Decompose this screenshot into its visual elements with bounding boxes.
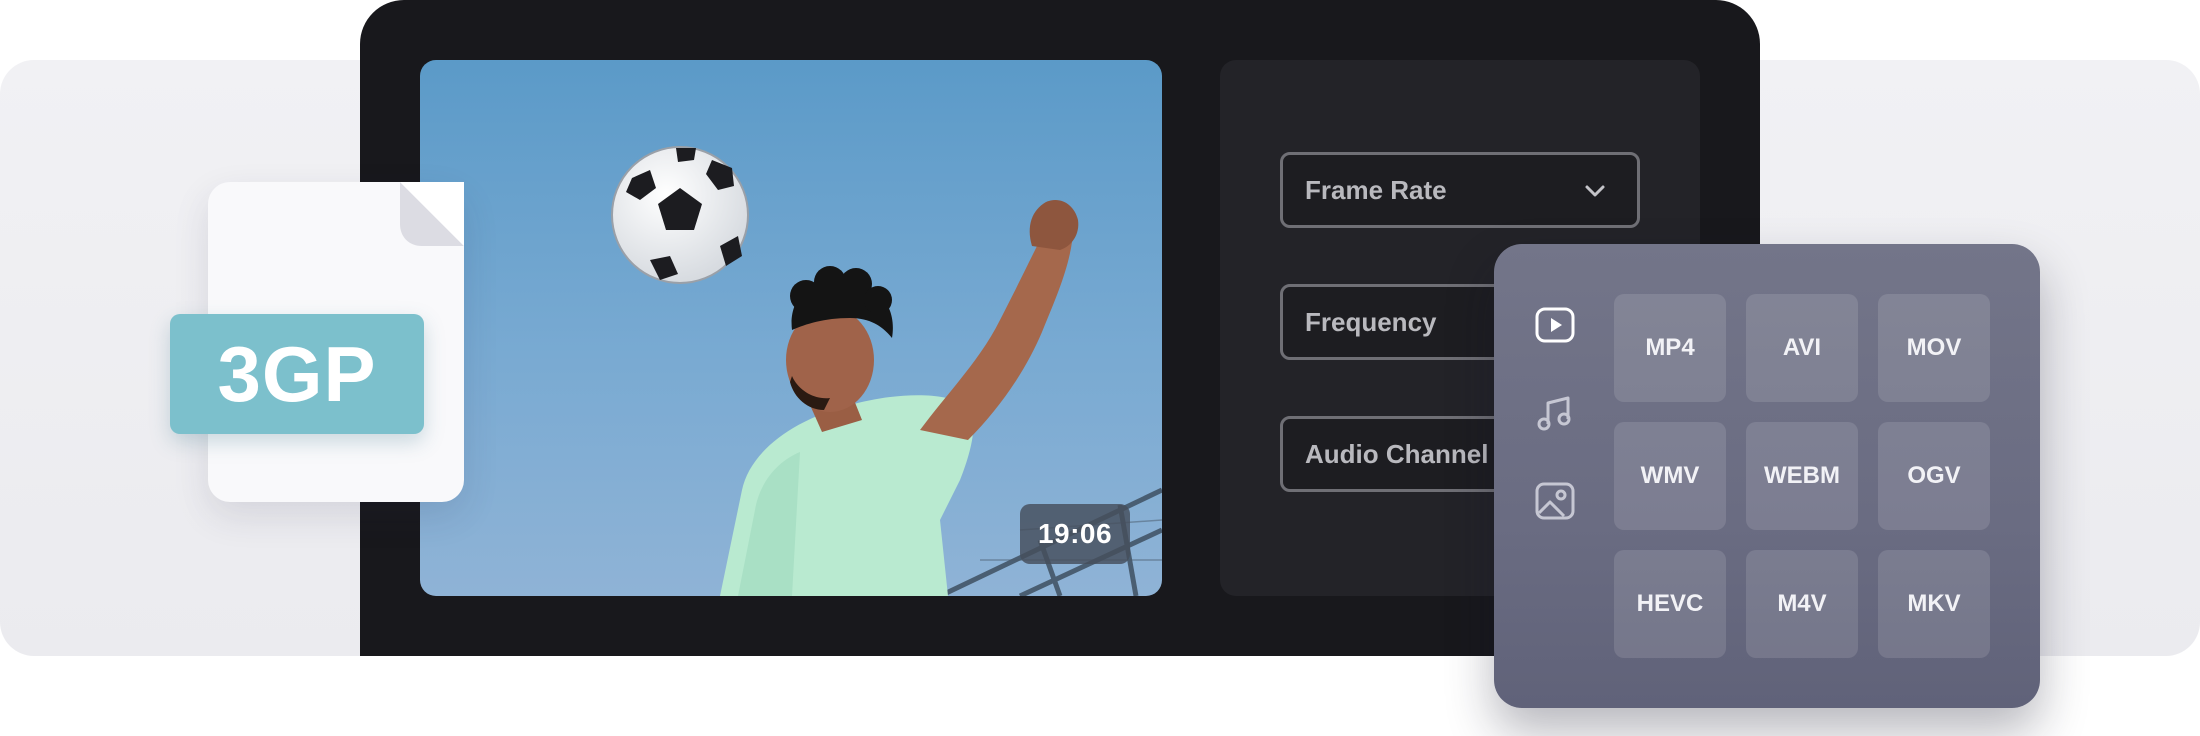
format-option[interactable]: M4V bbox=[1746, 550, 1858, 658]
frequency-label: Frequency bbox=[1305, 306, 1437, 337]
page-fold-corner bbox=[400, 182, 464, 246]
image-icon bbox=[1535, 482, 1575, 520]
format-option[interactable]: OGV bbox=[1878, 422, 1990, 530]
duration-badge: 19:06 bbox=[1020, 504, 1130, 564]
image-tab[interactable] bbox=[1530, 476, 1580, 526]
frame-rate-label: Frame Rate bbox=[1305, 174, 1447, 205]
audio-channel-label: Audio Channel bbox=[1305, 438, 1489, 469]
format-option[interactable]: WMV bbox=[1614, 422, 1726, 530]
video-tab[interactable] bbox=[1530, 300, 1580, 350]
format-option[interactable]: AVI bbox=[1746, 294, 1858, 402]
frame-rate-select[interactable]: Frame Rate bbox=[1280, 152, 1640, 228]
file-format-label: 3GP bbox=[170, 314, 424, 434]
format-option[interactable]: WEBM bbox=[1746, 422, 1858, 530]
format-option[interactable]: HEVC bbox=[1614, 550, 1726, 658]
video-play-icon bbox=[1535, 307, 1575, 343]
format-option[interactable]: MOV bbox=[1878, 294, 1990, 402]
chevron-down-icon bbox=[1585, 185, 1605, 197]
music-note-icon bbox=[1537, 396, 1571, 431]
audio-tab[interactable] bbox=[1530, 388, 1580, 438]
format-option[interactable]: MP4 bbox=[1614, 294, 1726, 402]
format-option[interactable]: MKV bbox=[1878, 550, 1990, 658]
